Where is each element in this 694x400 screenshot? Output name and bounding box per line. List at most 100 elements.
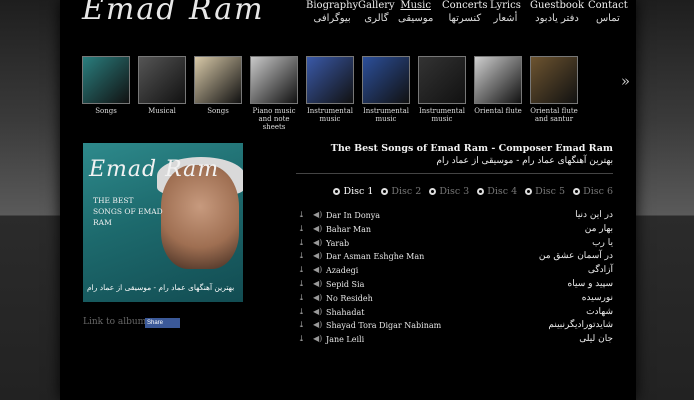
track-row[interactable]: ⤓ ◀) Shayad Tora Digar Nabinam شایدتورادیگر…: [296, 319, 613, 333]
disc-label: Disc 1: [343, 186, 374, 197]
track-row[interactable]: ⤓ ◀) Dar Asman Eshghe Man در آسمان عشق من: [296, 250, 613, 264]
album-thumb[interactable]: Oriental flute and santur: [530, 56, 578, 123]
album-title: The Best Songs of Emad Ram - Composer Em…: [331, 143, 613, 167]
nav-item-guestbook[interactable]: Guestbook دفتر یادبود: [530, 0, 584, 25]
track-title-fa: در این دنیا: [575, 210, 613, 220]
disc-radio-icon: [477, 188, 485, 195]
nav-label-en: Music: [400, 0, 431, 11]
track-row[interactable]: ⤓ ◀) Yarab یا رب: [296, 237, 613, 251]
album-thumb[interactable]: Piano music and note sheets: [250, 56, 298, 131]
disc-tab-3[interactable]: Disc 3: [429, 186, 469, 197]
album-carousel: Songs Musical Songs Piano music and note sh…: [82, 56, 632, 131]
album-thumb[interactable]: Oriental flute: [474, 56, 522, 115]
cover-fa-caption: بهترین آهنگهای عماد رام - موسیقی از عماد…: [87, 283, 235, 292]
track-row[interactable]: ⤓ ◀) Jane Leili جان لیلی: [296, 333, 613, 347]
download-icon[interactable]: ⤓: [298, 238, 305, 247]
track-row[interactable]: ⤓ ◀) Dar In Donya در این دنیا: [296, 209, 613, 223]
play-speaker-icon[interactable]: ◀): [313, 265, 322, 274]
page-stage: Emad Ram Biography بیوگرافی Gallery گالری Mu…: [60, 0, 636, 400]
play-speaker-icon[interactable]: ◀): [313, 238, 322, 247]
disc-tab-1[interactable]: Disc 1: [333, 186, 373, 197]
download-icon[interactable]: ⤓: [298, 320, 305, 329]
download-icon[interactable]: ⤓: [298, 279, 305, 288]
track-title-fa: نورسیده: [581, 292, 613, 303]
album-thumb-caption: Piano music and note sheets: [252, 107, 296, 131]
album-cover: Emad Ram THE BEST SONGS OF EMAD RAM بهتر…: [83, 143, 243, 302]
album-thumb-caption: Oriental flute: [474, 107, 522, 115]
album-thumb-image: [194, 56, 242, 104]
nav-label-fa: گالری: [364, 13, 389, 24]
nav-label-en: Biography: [306, 0, 359, 11]
disc-tabs: Disc 1 Disc 2 Disc 3 Disc 4 Disc 5 Disc 6: [325, 179, 613, 197]
disc-radio-icon: [525, 188, 533, 195]
album-thumb[interactable]: Instrumental music: [306, 56, 354, 123]
track-title-fa: آزادگی: [587, 265, 613, 276]
nav-item-music[interactable]: Music موسیقی: [398, 0, 433, 25]
play-speaker-icon[interactable]: ◀): [313, 307, 322, 316]
nav-item-concerts[interactable]: Concerts کنسرتها: [442, 0, 488, 25]
play-speaker-icon[interactable]: ◀): [313, 224, 322, 233]
album-thumb[interactable]: Songs: [194, 56, 242, 115]
album-thumb-caption: Oriental flute and santur: [530, 107, 578, 123]
play-speaker-icon[interactable]: ◀): [313, 279, 322, 288]
track-title-en: Jane Leili: [326, 335, 365, 345]
disc-tab-4[interactable]: Disc 4: [477, 186, 517, 197]
nav-label-fa: کنسرتها: [448, 13, 482, 24]
play-speaker-icon[interactable]: ◀): [313, 210, 322, 219]
album-thumb-caption: Songs: [95, 107, 117, 115]
track-row[interactable]: ⤓ ◀) Shahadat شهادت: [296, 306, 613, 320]
disc-tab-2[interactable]: Disc 2: [381, 186, 421, 197]
track-row[interactable]: ⤓ ◀) No Resideh نورسیده: [296, 292, 613, 306]
album-thumb-image: [530, 56, 578, 104]
track-title-en: Shahadat: [326, 307, 365, 317]
disc-radio-icon: [429, 188, 437, 195]
album-thumb-caption: Instrumental music: [418, 107, 466, 123]
album-thumb[interactable]: Songs: [82, 56, 130, 115]
track-title-en: Dar Asman Eshghe Man: [326, 252, 425, 262]
download-icon[interactable]: ⤓: [298, 210, 305, 219]
download-icon[interactable]: ⤓: [298, 251, 305, 260]
nav-label-en: Contact: [588, 0, 628, 11]
nav-label-en: Lyrics: [490, 0, 521, 11]
album-thumb-image: [306, 56, 354, 104]
album-thumb[interactable]: Instrumental music: [362, 56, 410, 123]
download-icon[interactable]: ⤓: [298, 307, 305, 316]
nav-label-en: Guestbook: [530, 0, 584, 11]
nav-item-biography[interactable]: Biography بیوگرافی: [306, 0, 358, 25]
download-icon[interactable]: ⤓: [298, 293, 305, 302]
album-thumb[interactable]: Instrumental music: [418, 56, 466, 123]
nav-label-fa: تماس: [595, 13, 620, 24]
track-title-en: No Resideh: [326, 293, 373, 303]
download-icon[interactable]: ⤓: [298, 265, 305, 274]
album-thumb[interactable]: Musical: [138, 56, 186, 115]
track-title-en: Yarab: [326, 238, 350, 248]
track-list: ⤓ ◀) Dar In Donya در این دنیا ⤓ ◀) Bahar Man به…: [296, 209, 613, 347]
nav-label-en: Concerts: [442, 0, 488, 11]
album-thumb-caption: Songs: [207, 107, 229, 115]
play-speaker-icon[interactable]: ◀): [313, 293, 322, 302]
play-speaker-icon[interactable]: ◀): [313, 334, 322, 343]
nav-label-fa: أشعار: [493, 13, 518, 24]
carousel-next-arrow[interactable]: »: [621, 72, 630, 90]
disc-tab-5[interactable]: Disc 5: [525, 186, 565, 197]
site-logo[interactable]: Emad Ram: [82, 0, 265, 27]
album-thumb-image: [82, 56, 130, 104]
track-title-fa: سپید و سیاه: [567, 278, 613, 289]
album-title-en: The Best Songs of Emad Ram - Composer Em…: [330, 143, 613, 154]
download-icon[interactable]: ⤓: [298, 224, 305, 233]
disc-radio-icon: [333, 188, 341, 195]
album-thumb-image: [250, 56, 298, 104]
download-icon[interactable]: ⤓: [298, 334, 305, 343]
disc-tab-6[interactable]: Disc 6: [573, 186, 613, 197]
play-speaker-icon[interactable]: ◀): [313, 320, 322, 329]
track-title-en: Sepid Sia: [326, 279, 365, 289]
nav-item-gallery[interactable]: Gallery گالری: [358, 0, 395, 25]
nav-item-lyrics[interactable]: Lyrics أشعار: [490, 0, 521, 25]
track-row[interactable]: ⤓ ◀) Sepid Sia سپید و سیاه: [296, 278, 613, 292]
track-row[interactable]: ⤓ ◀) Azadegi آزادگی: [296, 264, 613, 278]
facebook-share-button[interactable]: Share: [145, 318, 180, 328]
link-to-album[interactable]: Link to album: [83, 317, 146, 327]
nav-item-contact[interactable]: Contact تماس: [588, 0, 628, 25]
track-row[interactable]: ⤓ ◀) Bahar Man بهار من: [296, 223, 613, 237]
play-speaker-icon[interactable]: ◀): [313, 251, 322, 260]
